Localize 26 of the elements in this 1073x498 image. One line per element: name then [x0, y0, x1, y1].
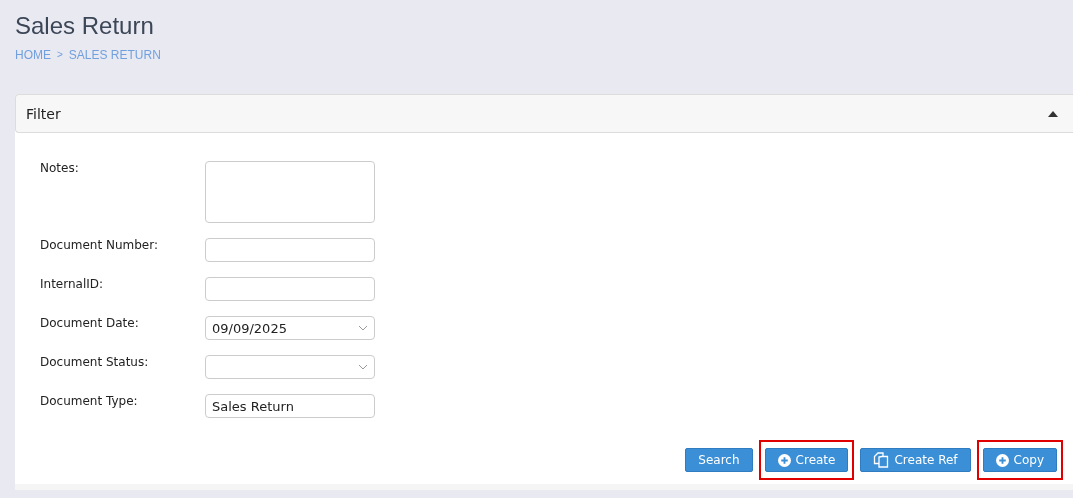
filter-header[interactable]: Filter [15, 94, 1073, 133]
dropdown-field[interactable]: 09/09/2025 [205, 316, 375, 340]
breadcrumb-separator: > [57, 48, 63, 62]
field-label: Notes: [40, 161, 80, 175]
input-field[interactable] [205, 238, 375, 262]
action-button[interactable]: Search [685, 448, 753, 472]
field-label: Document Number: [40, 238, 160, 252]
action-button[interactable]: Create [764, 448, 849, 472]
breadcrumb-link[interactable]: SALES RETURN [68, 48, 161, 62]
action-button[interactable]: Copy [982, 448, 1057, 472]
copy-icon [873, 452, 890, 468]
plus-circle-icon [777, 453, 791, 467]
action-button[interactable]: Create Ref [860, 448, 971, 472]
chevron-down-icon [358, 364, 368, 370]
input-field[interactable]: Sales Return [205, 394, 375, 418]
dropdown-field[interactable] [205, 355, 375, 379]
plus-circle-icon [995, 453, 1009, 467]
field-label: Document Type: [40, 394, 139, 408]
notes-field[interactable] [205, 161, 375, 223]
field-label: InternalID: [40, 277, 105, 291]
input-field[interactable] [205, 277, 375, 301]
chevron-down-icon [358, 325, 368, 331]
field-label: Document Status: [40, 355, 150, 369]
breadcrumb-link[interactable]: HOME [15, 48, 51, 62]
field-label: Document Date: [40, 316, 140, 330]
page-title: Sales Return [15, 11, 155, 40]
